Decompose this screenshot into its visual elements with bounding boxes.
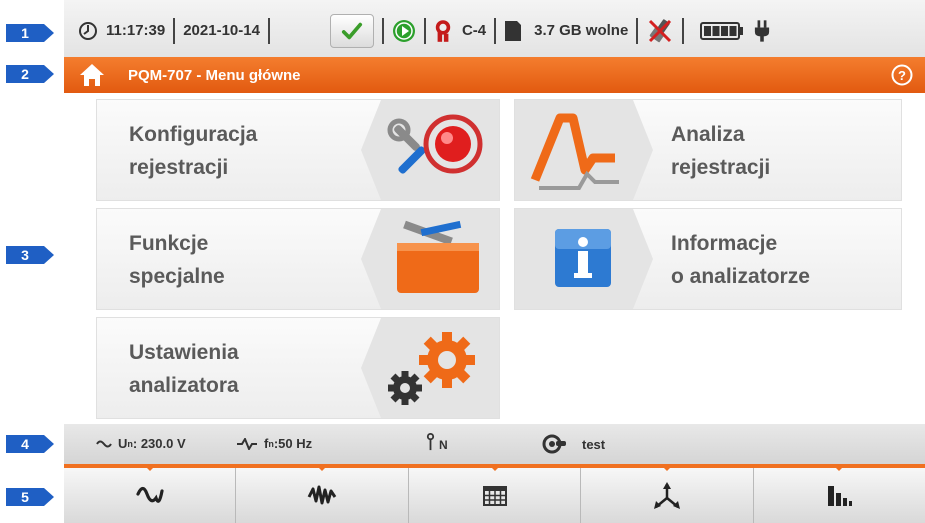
harmonics-chart-button[interactable] — [753, 464, 925, 523]
nominal-voltage: Un: 230.0 V — [96, 436, 186, 451]
clock-display: 11:17:39 — [64, 16, 173, 46]
table-view-button[interactable] — [408, 464, 582, 523]
storage-free: 3.7 GB wolne — [534, 22, 629, 39]
info-bar: Un: 230.0 V f n:50 Hz N test — [64, 424, 925, 464]
svg-text:?: ? — [898, 68, 906, 83]
tile-recording-config[interactable]: Konfiguracja rejestracji — [96, 99, 500, 201]
distortion-button[interactable] — [236, 464, 409, 523]
gears-icon — [361, 318, 499, 418]
tile-recording-analysis[interactable]: Analiza rejestracji — [514, 99, 902, 201]
time-value: 11:17:39 — [106, 22, 166, 39]
checkmark-icon — [341, 22, 363, 39]
phasor-icon — [653, 481, 680, 509]
title-bar: PQM-707 - Menu główne ? — [64, 57, 925, 93]
callout-marker-1: 1 — [6, 22, 56, 44]
waveform-button[interactable] — [64, 464, 237, 523]
button-notch — [832, 464, 847, 471]
clamp-status: C-4 — [426, 16, 494, 46]
tile-analyzer-settings[interactable]: Ustawienia analizatora — [96, 317, 500, 419]
page-title: PQM-707 - Menu główne — [128, 66, 301, 84]
tile-special-functions[interactable]: Funkcje specjalne — [96, 208, 500, 310]
measurement-profile: test — [542, 433, 605, 455]
current-clamp-icon — [435, 19, 451, 42]
help-icon[interactable]: ? — [891, 64, 913, 86]
battery-icon — [700, 21, 744, 40]
button-notch — [487, 464, 502, 471]
date-value: 2021-10-14 — [183, 22, 260, 39]
callout-marker-5: 5 — [6, 486, 56, 508]
network-type: N — [426, 432, 448, 452]
button-notch — [315, 464, 330, 471]
tile-label: Funkcje specjalne — [129, 232, 225, 288]
usb-disconnected-icon — [649, 18, 672, 42]
phasor-diagram-button[interactable] — [581, 464, 754, 523]
callout-marker-4: 4 — [6, 433, 56, 455]
power-status — [684, 16, 778, 46]
clamp-type: C-4 — [461, 22, 487, 39]
recording-config-icon — [361, 100, 499, 200]
recording-analysis-icon — [515, 100, 653, 200]
sd-card-icon — [505, 20, 522, 41]
toolbox-icon — [361, 209, 499, 309]
clock-icon — [79, 21, 97, 40]
play-icon — [392, 19, 415, 42]
tile-label: Informacje o analizatorze — [671, 232, 810, 288]
sine-wave-icon — [136, 486, 164, 503]
table-icon — [482, 485, 507, 506]
home-icon[interactable] — [78, 61, 106, 89]
power-plug-icon — [755, 19, 770, 42]
status-check-button[interactable] — [329, 13, 374, 48]
callout-marker-3: 3 — [6, 244, 56, 266]
storage-status: 3.7 GB wolne — [496, 16, 636, 46]
sine-wave-icon — [96, 440, 112, 447]
bar-chart-icon — [828, 485, 853, 506]
tile-label: Ustawienia analizatora — [129, 341, 239, 397]
tile-analyzer-info[interactable]: Informacje o analizatorze — [514, 208, 902, 310]
distorted-wave-icon — [307, 485, 337, 504]
probe-icon — [426, 433, 435, 451]
button-notch — [659, 464, 674, 471]
tile-label: Analiza rejestracji — [671, 123, 771, 179]
recording-status[interactable] — [384, 16, 424, 46]
frequency-wave-icon — [237, 437, 257, 450]
tile-label: Konfiguracja rejestracji — [129, 123, 258, 179]
status-bar: 11:17:39 2021-10-14 C-4 3.7 GB wolne — [64, 0, 925, 62]
separator — [267, 17, 270, 44]
usb-status — [638, 16, 682, 46]
nominal-frequency: f n:50 Hz — [236, 436, 312, 451]
bottom-toolbar — [64, 464, 925, 523]
button-notch — [142, 464, 157, 471]
info-icon — [515, 209, 653, 309]
callout-marker-2: 2 — [6, 63, 56, 85]
settings-wrench-icon — [542, 434, 566, 454]
